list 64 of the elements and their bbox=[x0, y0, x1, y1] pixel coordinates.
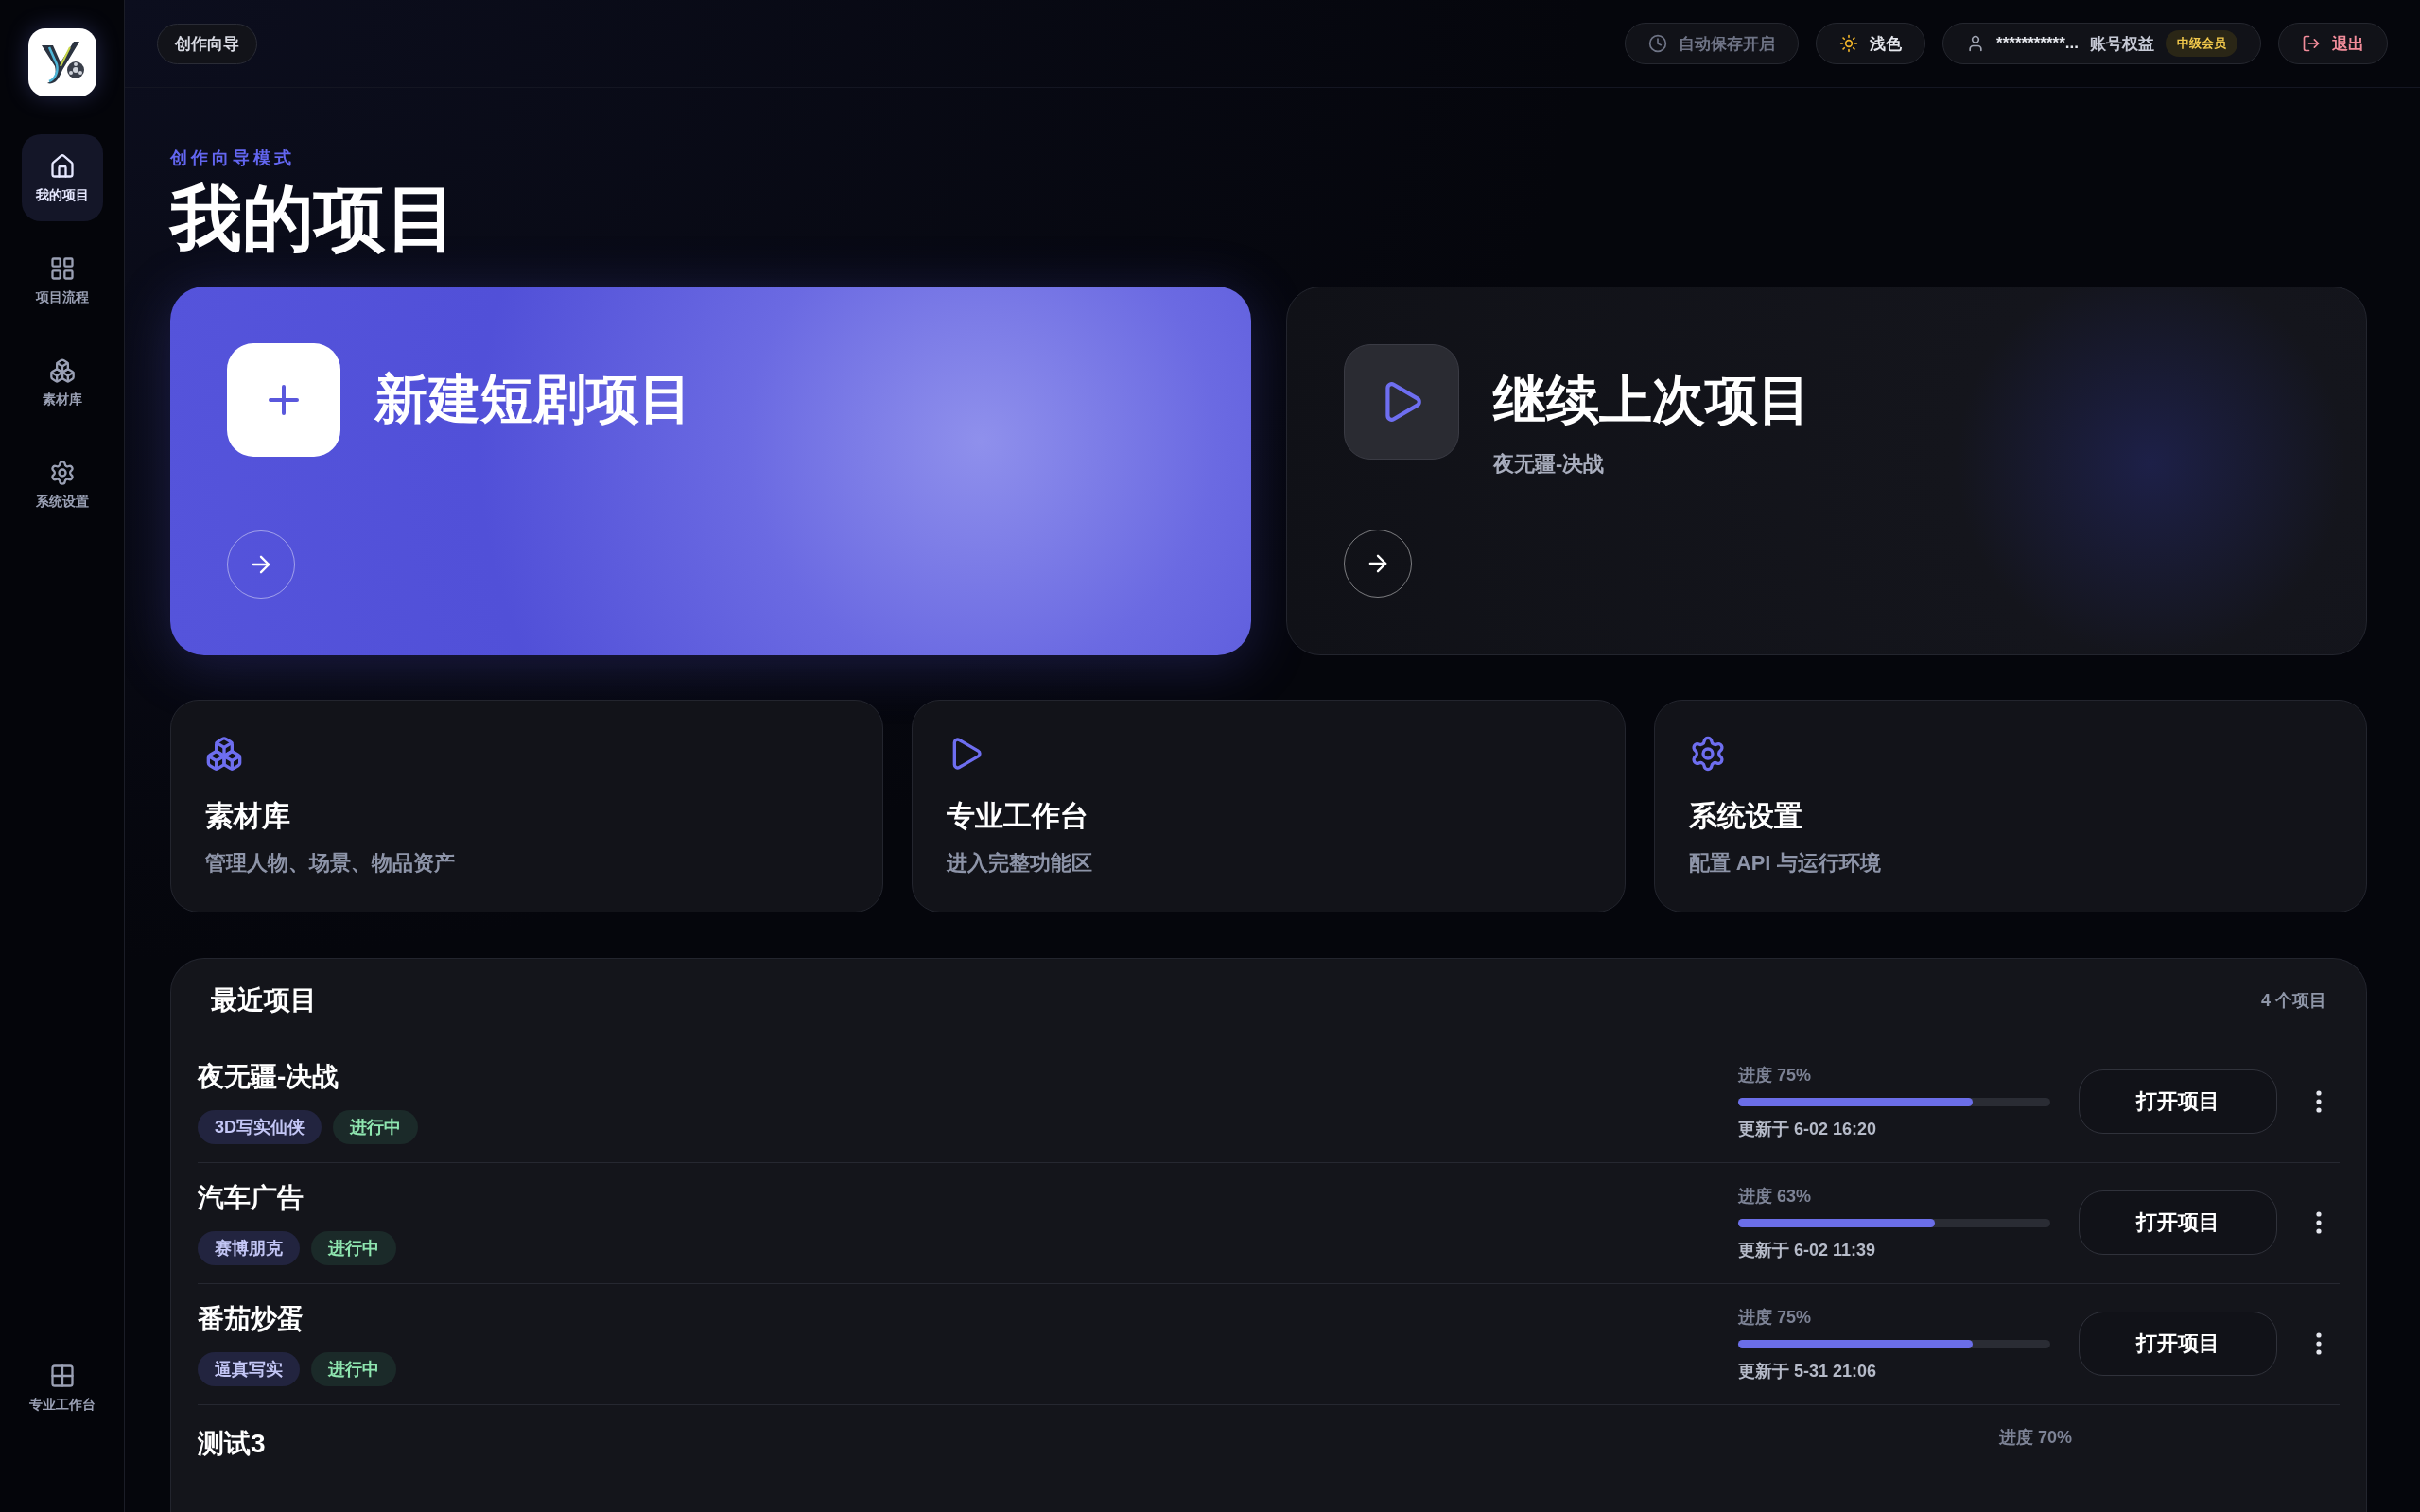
cubes-icon bbox=[48, 356, 76, 384]
card-title: 新建短剧项目 bbox=[374, 367, 692, 430]
new-project-card[interactable]: 新建短剧项目 bbox=[170, 286, 1251, 655]
more-icon bbox=[2316, 1090, 2322, 1114]
updated-time: 更新于 6-02 11:39 bbox=[1738, 1239, 1877, 1261]
logout-button[interactable]: 退出 bbox=[2278, 23, 2388, 64]
sidebar-item[interactable]: 专业工作台 bbox=[21, 1344, 103, 1431]
status-tag: 进行中 bbox=[333, 1110, 418, 1145]
sidebar-item[interactable]: 我的项目 bbox=[21, 134, 103, 221]
progress-label: 进度 63% bbox=[1738, 1185, 1813, 1208]
more-icon bbox=[2316, 1211, 2322, 1235]
status-tag: 进行中 bbox=[311, 1352, 396, 1387]
project-count: 4 个项目 bbox=[2261, 989, 2326, 1012]
project-name: 测试3 bbox=[198, 1427, 267, 1460]
section-title: 最近项目 bbox=[211, 983, 317, 1017]
grid-icon bbox=[48, 1362, 76, 1389]
user-name: ***********... bbox=[1996, 34, 2079, 53]
feature-card[interactable]: 素材库 管理人物、场景、物品资产 bbox=[170, 699, 884, 912]
feature-card[interactable]: 专业工作台 进入完整功能区 bbox=[912, 699, 1626, 912]
logout-icon bbox=[2302, 34, 2321, 53]
updated-time: 更新于 6-02 16:20 bbox=[1738, 1118, 1878, 1140]
status-tag: 进行中 bbox=[311, 1231, 396, 1266]
project-name: 夜无疆-决战 bbox=[198, 1061, 340, 1094]
member-badge: 中级会员 bbox=[2166, 30, 2237, 57]
card-description: 进入完整功能区 bbox=[947, 849, 1094, 877]
card-subtitle: 夜无疆-决战 bbox=[1493, 450, 1606, 478]
card-title: 继续上次项目 bbox=[1493, 368, 1811, 431]
mode-chip: 创作向导 bbox=[157, 23, 257, 64]
autosave-status[interactable]: 自动保存开启 bbox=[1625, 23, 1800, 64]
sidebar-item[interactable]: 系统设置 bbox=[21, 441, 103, 528]
updated-time: 更新于 5-31 21:06 bbox=[1738, 1360, 1878, 1382]
more-icon bbox=[2316, 1332, 2322, 1356]
sidebar-item[interactable]: 项目流程 bbox=[21, 236, 103, 323]
card-description: 配置 API 与运行环境 bbox=[1688, 849, 1882, 877]
progress-label: 进度 75% bbox=[1738, 1064, 1813, 1086]
page-title: 我的项目 bbox=[170, 179, 459, 258]
open-project-button[interactable]: 打开项目 bbox=[2079, 1069, 2277, 1135]
app-logo[interactable] bbox=[27, 28, 96, 96]
card-title: 素材库 bbox=[205, 798, 291, 833]
sidebar-item[interactable]: 素材库 bbox=[21, 339, 103, 426]
open-project-button[interactable]: 打开项目 bbox=[2079, 1312, 2277, 1377]
home-icon bbox=[48, 152, 76, 180]
cubes-icon bbox=[205, 734, 243, 773]
sun-icon bbox=[1839, 34, 1859, 53]
style-tag: 逼真写实 bbox=[198, 1352, 300, 1387]
project-name: 汽车广告 bbox=[198, 1182, 305, 1215]
style-tag: 3D写实仙侠 bbox=[198, 1110, 322, 1145]
open-project-button[interactable]: 打开项目 bbox=[2079, 1190, 2277, 1256]
card-title: 专业工作台 bbox=[947, 798, 1090, 833]
theme-button[interactable]: 浅色 bbox=[1816, 23, 1926, 64]
card-title: 系统设置 bbox=[1688, 798, 1803, 833]
card-description: 管理人物、场景、物品资产 bbox=[205, 849, 456, 877]
feature-card[interactable]: 系统设置 配置 API 与运行环境 bbox=[1653, 699, 2367, 912]
style-tag: 赛博朋克 bbox=[198, 1231, 300, 1266]
project-name: 番茄炒蛋 bbox=[198, 1303, 305, 1336]
progress-label: 进度 70% bbox=[1999, 1426, 2074, 1449]
progress-label: 进度 75% bbox=[1738, 1306, 1813, 1329]
grid-icon bbox=[48, 254, 76, 282]
mode-label: 创作向导模式 bbox=[170, 148, 296, 169]
account-rights: 账号权益 bbox=[2090, 33, 2154, 55]
settings-icon bbox=[48, 459, 76, 486]
continue-project-card[interactable]: 继续上次项目 夜无疆-决战 bbox=[1286, 286, 2367, 655]
account-button[interactable]: ***********... 账号权益 中级会员 bbox=[1942, 23, 2261, 64]
clock-icon bbox=[1648, 34, 1668, 53]
